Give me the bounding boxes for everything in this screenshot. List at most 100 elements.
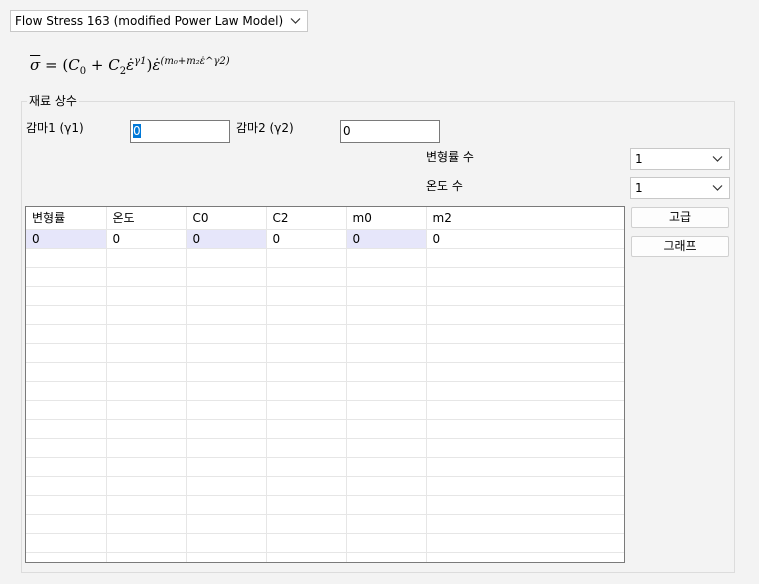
- gamma1-input[interactable]: 0: [130, 120, 230, 143]
- empty-cell: [266, 400, 347, 420]
- empty-cell: [186, 343, 267, 363]
- column-header-strain-rate[interactable]: 변형률: [26, 207, 107, 230]
- empty-table-row: [26, 362, 624, 382]
- gamma2-input[interactable]: 0: [340, 120, 440, 143]
- temperature-count-value: 1: [635, 181, 643, 195]
- empty-cell: [186, 267, 267, 287]
- empty-cell: [106, 324, 187, 344]
- advanced-button[interactable]: 고급: [631, 207, 729, 228]
- chevron-down-icon: [712, 185, 723, 191]
- empty-cell: [426, 305, 624, 325]
- empty-cell: [266, 267, 347, 287]
- empty-table-row: [26, 438, 624, 458]
- cell-temperature[interactable]: 0: [106, 229, 187, 249]
- empty-cell: [426, 476, 624, 496]
- empty-table-row: [26, 533, 624, 553]
- empty-cell: [106, 267, 187, 287]
- empty-cell: [26, 324, 107, 344]
- empty-cell: [266, 533, 347, 553]
- empty-cell: [186, 362, 267, 382]
- empty-cell: [266, 248, 347, 268]
- empty-cell: [186, 495, 267, 515]
- empty-cell: [106, 381, 187, 401]
- empty-cell: [106, 419, 187, 439]
- flow-stress-formula: σ = (C0 + C2ε̇γ1)ε̇(m₀+m₂ε̇^γ2): [30, 56, 230, 77]
- empty-table-row: [26, 514, 624, 534]
- empty-cell: [426, 324, 624, 344]
- empty-cell: [186, 552, 267, 562]
- strain-rate-count-label: 변형률 수: [426, 150, 474, 164]
- gamma1-value: 0: [133, 124, 141, 138]
- empty-cell: [266, 495, 347, 515]
- constants-table[interactable]: 변형률 온도 C0 C2 m0 m2 0 0 0 0 0 0: [25, 206, 625, 563]
- empty-table-row: [26, 248, 624, 268]
- empty-cell: [26, 400, 107, 420]
- column-header-m0[interactable]: m0: [346, 207, 427, 230]
- empty-cell: [426, 248, 624, 268]
- empty-table-row: [26, 267, 624, 287]
- gamma1-label: 감마1 (γ1): [26, 121, 84, 135]
- table-row[interactable]: 0 0 0 0 0 0: [26, 229, 624, 249]
- empty-cell: [266, 381, 347, 401]
- cell-c0[interactable]: 0: [186, 229, 267, 249]
- empty-cell: [26, 514, 107, 534]
- graph-button[interactable]: 그래프: [631, 236, 729, 257]
- empty-cell: [266, 324, 347, 344]
- column-header-temperature[interactable]: 온도: [106, 207, 187, 230]
- empty-cell: [426, 267, 624, 287]
- cell-m2[interactable]: 0: [426, 229, 624, 249]
- empty-cell: [106, 476, 187, 496]
- empty-cell: [186, 324, 267, 344]
- empty-cell: [186, 400, 267, 420]
- strain-rate-count-value: 1: [635, 152, 643, 166]
- cell-c2[interactable]: 0: [266, 229, 347, 249]
- empty-cell: [426, 381, 624, 401]
- temperature-count-select[interactable]: 1: [630, 177, 730, 199]
- empty-cell: [426, 419, 624, 439]
- empty-cell: [106, 514, 187, 534]
- empty-cell: [186, 305, 267, 325]
- empty-cell: [186, 381, 267, 401]
- empty-cell: [106, 400, 187, 420]
- empty-cell: [426, 533, 624, 553]
- empty-cell: [266, 438, 347, 458]
- cell-m0[interactable]: 0: [346, 229, 427, 249]
- model-select[interactable]: Flow Stress 163 (modified Power Law Mode…: [10, 10, 308, 32]
- empty-cell: [106, 457, 187, 477]
- chevron-down-icon: [712, 156, 723, 162]
- group-title: 재료 상수: [27, 93, 79, 109]
- empty-cell: [186, 514, 267, 534]
- empty-cell: [106, 305, 187, 325]
- empty-cell: [346, 324, 427, 344]
- empty-table-row: [26, 343, 624, 363]
- empty-cell: [186, 438, 267, 458]
- empty-cell: [426, 286, 624, 306]
- empty-cell: [26, 286, 107, 306]
- model-select-value: Flow Stress 163 (modified Power Law Mode…: [15, 14, 284, 28]
- empty-table-row: [26, 305, 624, 325]
- empty-cell: [26, 457, 107, 477]
- empty-cell: [26, 381, 107, 401]
- table-header-row: 변형률 온도 C0 C2 m0 m2: [26, 207, 624, 230]
- empty-cell: [426, 552, 624, 562]
- column-header-c2[interactable]: C2: [266, 207, 347, 230]
- empty-cell: [26, 362, 107, 382]
- chevron-down-icon: [290, 18, 301, 24]
- empty-cell: [26, 267, 107, 287]
- column-header-c0[interactable]: C0: [186, 207, 267, 230]
- formula-gamma1: γ1: [134, 56, 147, 67]
- formula-c2: C: [108, 56, 120, 74]
- column-header-m2[interactable]: m2: [426, 207, 624, 230]
- empty-cell: [426, 457, 624, 477]
- strain-rate-count-select[interactable]: 1: [630, 148, 730, 170]
- empty-cell: [106, 343, 187, 363]
- empty-table-row: [26, 457, 624, 477]
- empty-cell: [26, 476, 107, 496]
- empty-cell: [346, 495, 427, 515]
- empty-rows: [26, 248, 624, 562]
- empty-cell: [346, 381, 427, 401]
- cell-strain-rate[interactable]: 0: [26, 229, 107, 249]
- empty-cell: [266, 286, 347, 306]
- empty-cell: [346, 362, 427, 382]
- empty-cell: [346, 457, 427, 477]
